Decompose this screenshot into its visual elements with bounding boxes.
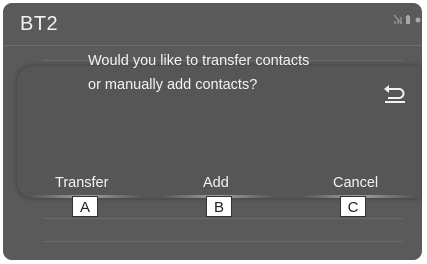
dialog-message-line2: or manually add contacts? — [88, 77, 258, 93]
bluetooth-muted-icon — [393, 14, 403, 25]
signal-icon — [415, 17, 421, 23]
callout-b: B — [206, 196, 232, 217]
cancel-button[interactable]: Cancel — [333, 175, 378, 191]
add-button[interactable]: Add — [203, 175, 229, 191]
background-divider — [43, 218, 403, 219]
head-unit-screen: BT2 Would you like to transfer contacts … — [3, 3, 422, 260]
transfer-button[interactable]: Transfer — [55, 175, 108, 191]
back-arrow-icon[interactable] — [381, 82, 409, 104]
callout-c: C — [340, 196, 366, 217]
dialog-message-line1: Would you like to transfer contacts — [88, 53, 310, 69]
header-divider — [3, 45, 422, 46]
phone-battery-icon — [406, 15, 410, 24]
screen-title: BT2 — [20, 13, 59, 35]
callout-a: A — [72, 196, 98, 217]
background-divider — [43, 241, 403, 242]
dialog-message: Would you like to transfer contacts or m… — [88, 49, 358, 97]
status-icons — [393, 14, 421, 25]
